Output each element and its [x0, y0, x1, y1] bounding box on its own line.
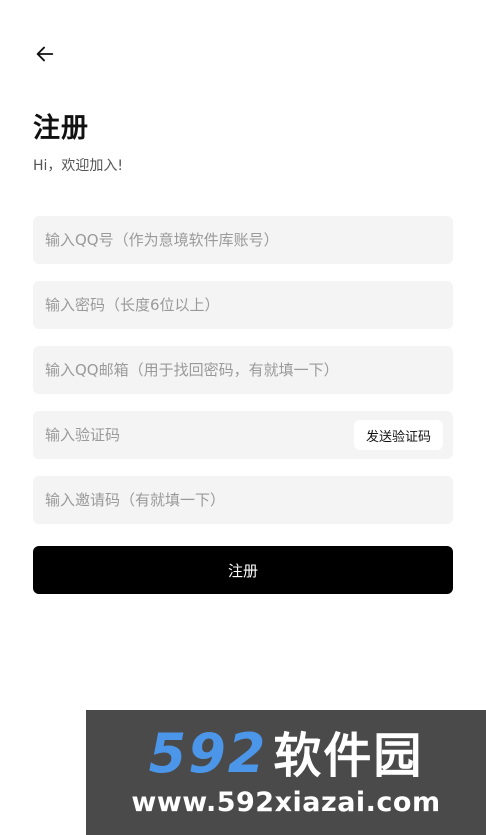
send-code-button[interactable]: 发送验证码 — [353, 420, 443, 450]
watermark-brand: 592 软件园 — [149, 727, 424, 781]
watermark-logo: 592 软件园 www.592xiazai.com — [86, 710, 486, 835]
email-field-wrap — [33, 346, 453, 394]
password-input[interactable] — [33, 281, 453, 329]
verification-code-field-wrap: 发送验证码 — [33, 411, 453, 459]
page-title: 注册 — [33, 113, 89, 144]
register-button[interactable]: 注册 — [33, 546, 453, 594]
back-button[interactable] — [30, 40, 60, 68]
invite-code-input[interactable] — [33, 476, 453, 524]
arrow-left-icon — [36, 46, 54, 62]
page-subtitle: Hi，欢迎加入! — [33, 158, 124, 174]
watermark-number: 592 — [148, 722, 268, 785]
qq-number-input[interactable] — [33, 216, 453, 264]
watermark-name: 软件园 — [273, 728, 424, 784]
register-page: 注册 Hi，欢迎加入! 发送验证码 注册 592 软件园 www.592xiaz… — [0, 0, 486, 835]
password-field-wrap — [33, 281, 453, 329]
qq-number-field-wrap — [33, 216, 453, 264]
qq-email-input[interactable] — [33, 346, 453, 394]
watermark-url: www.592xiazai.com — [131, 787, 441, 818]
invite-code-field-wrap — [33, 476, 453, 524]
